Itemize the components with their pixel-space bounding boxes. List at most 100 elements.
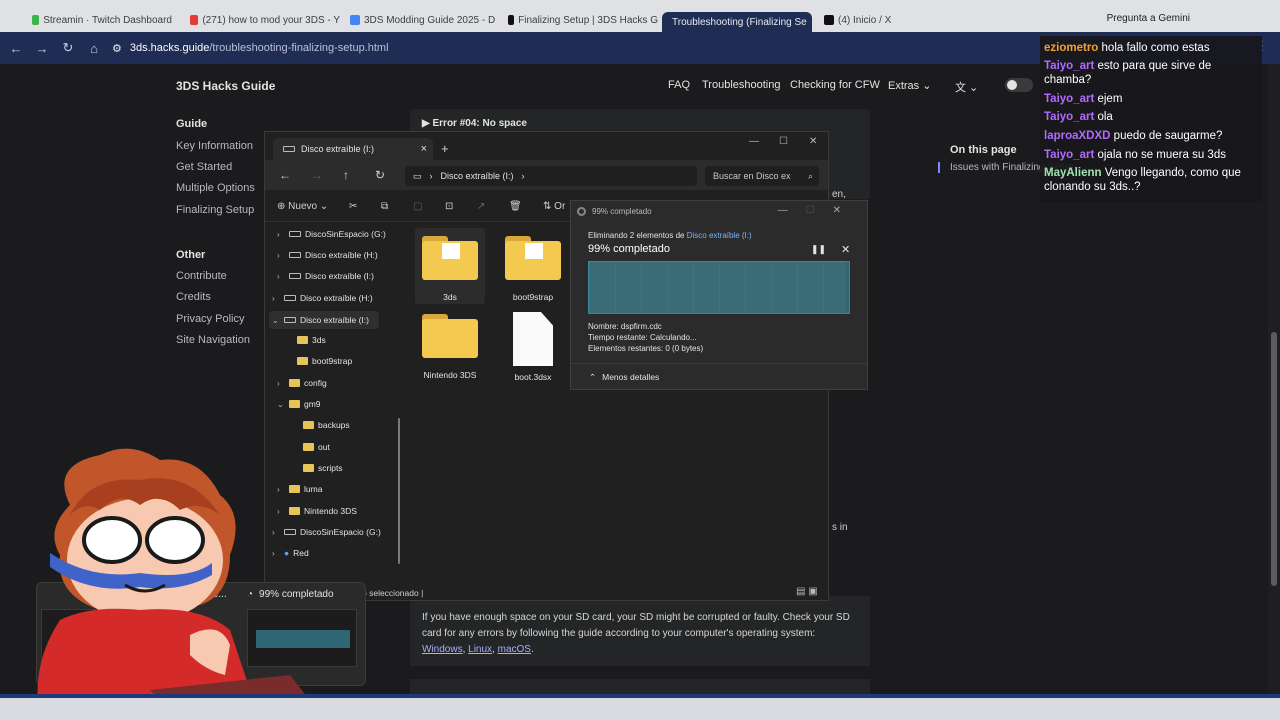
sidebar-link[interactable]: Site Navigation	[176, 334, 250, 346]
sort-button[interactable]: ⇅ Or	[543, 201, 565, 212]
rename-icon[interactable]: ⊡	[445, 201, 453, 212]
new-button[interactable]: ⊕ Nuevo ⌄	[277, 201, 328, 212]
language-icon[interactable]: 文 ⌄	[955, 79, 978, 95]
browser-tab[interactable]: Streamin · Twitch Dashboard	[32, 10, 172, 30]
file-icon	[513, 312, 553, 366]
dialog-window-controls: —☐✕	[778, 205, 859, 216]
share-icon[interactable]: ↗	[477, 201, 485, 212]
reload-icon[interactable]: ↻	[56, 36, 80, 60]
paste-icon[interactable]: ▢	[413, 201, 422, 212]
drive-icon	[283, 146, 295, 152]
search-input[interactable]: Buscar en Disco ex ⌕	[705, 166, 819, 186]
maximize-icon[interactable]: ☐	[779, 136, 788, 147]
view-toggle[interactable]: ▤ ▣	[796, 586, 818, 597]
up-arrow-icon[interactable]: ↑	[343, 168, 349, 182]
details-view-icon[interactable]: ▤	[796, 586, 805, 597]
new-tab-icon[interactable]: +	[441, 141, 449, 156]
close-icon[interactable]: ×	[421, 143, 427, 155]
delete-icon[interactable]: 🗑	[509, 201, 522, 212]
tree-item-selected[interactable]: ⌄ Disco extraíble (I:)	[269, 311, 379, 329]
site-title[interactable]: 3DS Hacks Guide	[176, 79, 275, 93]
copy-icon[interactable]: ⧉	[381, 201, 388, 212]
page-scrollbar[interactable]	[1268, 64, 1280, 694]
destination-link[interactable]: Disco extraíble (I:)	[687, 231, 752, 240]
tree-item[interactable]: boot9strap	[285, 356, 352, 366]
sidebar-guide-heading[interactable]: Guide	[176, 118, 207, 130]
less-details-button[interactable]: ⌃ Menos detalles	[589, 372, 659, 383]
tree-item[interactable]: backups	[291, 420, 350, 430]
file-item-folder[interactable]: boot9strap	[498, 228, 568, 302]
tree-item[interactable]: › Disco extraíble (H:)	[277, 250, 378, 260]
chevron-icon: ⌄	[277, 399, 284, 409]
link-macos[interactable]: macOS	[498, 644, 531, 655]
browser-tab[interactable]: (271) how to mod your 3DS - Y	[190, 10, 340, 30]
browser-tab[interactable]: 3DS Modding Guide 2025 - D	[350, 10, 500, 30]
gemini-button[interactable]: Pregunta a Gemini	[1107, 13, 1190, 24]
explorer-tab[interactable]: Disco extraíble (I:) ×	[273, 138, 433, 160]
link-linux[interactable]: Linux	[468, 644, 492, 655]
file-item[interactable]: boot.3dsx	[498, 306, 568, 382]
tab-favicon-icon	[32, 15, 40, 25]
breadcrumb[interactable]: ▭ › Disco extraíble (I:) ›	[405, 166, 697, 186]
cut-icon[interactable]: ✂	[349, 201, 357, 212]
nav-faq[interactable]: FAQ	[668, 79, 690, 91]
folder-icon	[289, 400, 300, 408]
browser-tab[interactable]: Finalizing Setup | 3DS Hacks G	[508, 10, 658, 30]
on-this-page-heading: On this page	[950, 144, 1017, 156]
chevron-icon: ›	[277, 229, 280, 239]
tiles-view-icon[interactable]: ▣	[808, 586, 817, 597]
home-icon[interactable]: ⌂	[82, 36, 106, 60]
sidebar-link[interactable]: Credits	[176, 291, 211, 303]
close-icon[interactable]: ✕	[833, 205, 859, 216]
sidebar-link[interactable]: Contribute	[176, 270, 227, 282]
close-icon[interactable]: ✕	[809, 136, 817, 147]
progress-spinner-icon	[577, 207, 586, 216]
tree-item[interactable]: › config	[277, 378, 327, 388]
tree-item[interactable]: ⌄ gm9	[277, 399, 321, 409]
sidebar-link[interactable]: Finalizing Setup	[176, 204, 254, 216]
sidebar-link[interactable]: Get Started	[176, 161, 232, 173]
folder-icon	[422, 314, 478, 358]
nav-extras[interactable]: Extras ⌄	[888, 79, 931, 92]
maximize-icon[interactable]: ☐	[806, 205, 833, 216]
back-arrow-icon[interactable]: ←	[279, 168, 291, 182]
chevron-icon: ›	[277, 271, 280, 281]
tab-favicon-icon	[350, 15, 360, 25]
tree-item[interactable]: › Disco extraíble (I:)	[277, 271, 374, 281]
browser-tab-active[interactable]: Troubleshooting (Finalizing Se	[662, 12, 812, 32]
sidebar-link[interactable]: Privacy Policy	[176, 313, 244, 325]
site-info-icon[interactable]: ⚙	[112, 42, 122, 55]
error-summary[interactable]: ▶ Error #04: No space	[422, 118, 527, 129]
browser-tab[interactable]: (4) Inicio / X	[824, 10, 904, 30]
link-windows[interactable]: Windows	[422, 644, 463, 655]
file-item-folder[interactable]: Nintendo 3DS	[415, 306, 485, 380]
pause-icon[interactable]: ❚❚	[811, 244, 826, 255]
url-domain: 3ds.hacks.guide	[129, 42, 210, 54]
cancel-icon[interactable]: ✕	[841, 243, 850, 256]
chat-message: Taiyo_art ola	[1044, 111, 1113, 123]
sidebar-link[interactable]: Multiple Options	[176, 182, 255, 194]
sidebar-link[interactable]: Key Information	[176, 140, 253, 152]
refresh-icon[interactable]: ↻	[375, 168, 385, 182]
back-arrow-icon[interactable]: ←	[4, 36, 28, 60]
forward-arrow-icon[interactable]: →	[311, 168, 323, 182]
tree-scrollbar[interactable]	[398, 418, 400, 564]
nav-troubleshooting[interactable]: Troubleshooting	[702, 79, 780, 91]
theme-toggle[interactable]	[1005, 78, 1033, 92]
tree-item[interactable]: › Disco extraíble (H:)	[272, 293, 373, 303]
forward-arrow-icon[interactable]: →	[30, 36, 54, 60]
chat-username: Taiyo_art	[1044, 111, 1095, 123]
minimize-icon[interactable]: —	[749, 136, 759, 147]
minimize-icon[interactable]: —	[778, 205, 806, 216]
chevron-right-icon: ›	[521, 171, 525, 181]
tree-item[interactable]: › DiscoSinEspacio (G:)	[277, 229, 386, 239]
file-item-folder[interactable]: 3ds	[415, 228, 485, 304]
tab-favicon-icon	[190, 15, 199, 25]
nav-checking-cfw[interactable]: Checking for CFW	[790, 79, 880, 91]
url-field[interactable]: ⚙ 3ds.hacks.guide/troubleshooting-finali…	[112, 36, 389, 60]
scroll-thumb[interactable]	[1271, 332, 1277, 586]
tree-item[interactable]: 3ds	[285, 335, 326, 345]
chat-username: eziometro	[1044, 42, 1099, 54]
x-logo-icon	[824, 15, 834, 25]
dialog-title: 99% completado	[577, 207, 652, 216]
